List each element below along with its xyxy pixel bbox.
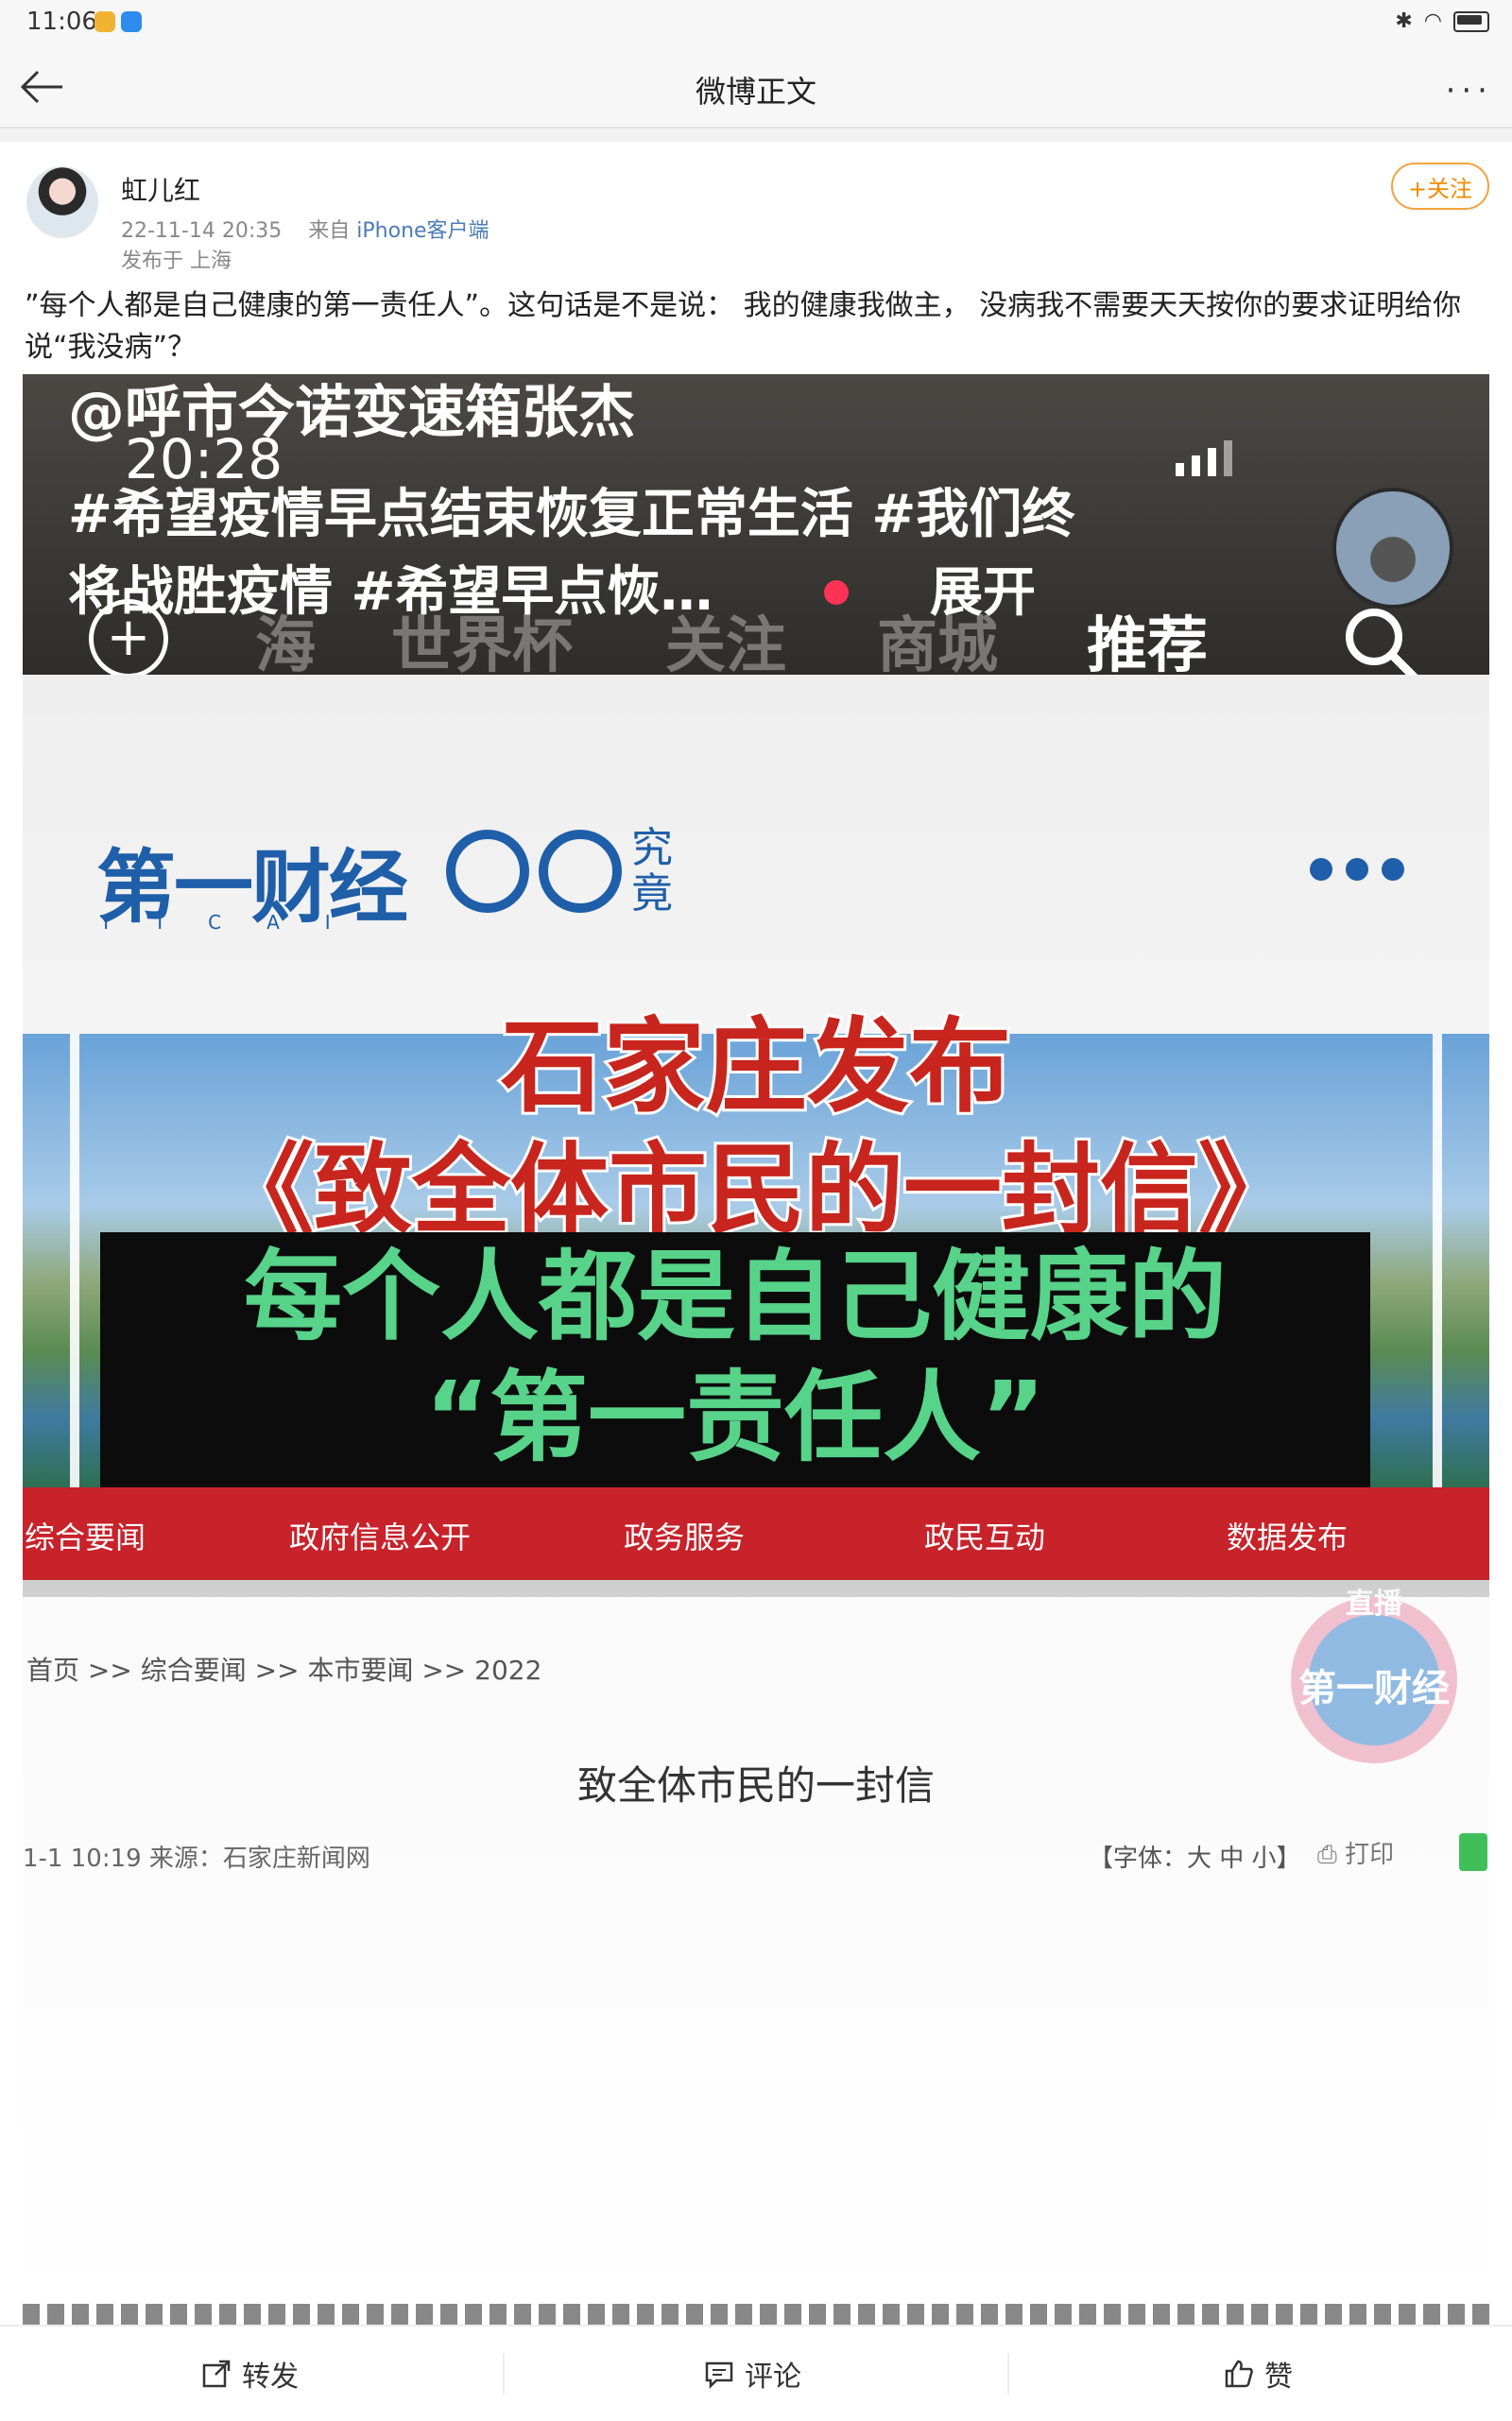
letter-title: 致全体市民的一封信: [576, 1762, 935, 1809]
gov-menu-bar: 综合要闻 政府信息公开 政务服务 政民互动 数据发布: [23, 1487, 1489, 1580]
repost-button[interactable]: 转发: [200, 2327, 299, 2421]
nav-bar: 微博正文 ···: [0, 47, 1512, 129]
e-ring-icon: [446, 830, 529, 913]
body-text-fragment: [23, 2304, 1489, 2325]
bluetooth-icon: ✱: [1395, 9, 1413, 33]
avatar[interactable]: [26, 166, 98, 238]
comment-label: 评论: [745, 2361, 801, 2394]
post-source-prefix: 来自: [308, 219, 351, 243]
page-title: 微博正文: [695, 74, 816, 110]
battery-icon: [1453, 10, 1489, 32]
wifi-icon: ◠: [1423, 9, 1442, 33]
doc-font-size: 【字体：大 中 小】: [1089, 1845, 1301, 1873]
post-meta: 22-11-14 20:35 来自 iPhone客户端: [121, 214, 490, 244]
video-overlay: @呼市今诺变速箱张杰 20:28 #希望疫情早点结束恢复正常生活 #我们终将战胜…: [23, 374, 1489, 683]
o-ring-icon: [539, 830, 622, 913]
status-bar: 11:06 ✱ ◠: [0, 0, 1512, 47]
doc-meta: 1-1 10:19 来源：石家庄新闻网: [23, 1845, 370, 1873]
repost-icon: [202, 2360, 231, 2388]
overlay-tabs: 海 世界杯 关注 商城 推荐: [23, 597, 1489, 681]
gov-menu-item: 政府信息公开: [289, 1520, 472, 1555]
doc-print: ⎙ 打印: [1317, 1841, 1395, 1869]
live-badge: 直播 第一财经: [1291, 1588, 1457, 1763]
overlay-tab-active: 推荐: [1087, 611, 1208, 681]
status-right-icons: ✱ ◠: [1395, 9, 1489, 33]
jiujing-logo: 究竟: [446, 826, 679, 917]
post-card: 虹儿红 22-11-14 20:35 来自 iPhone客户端 发布于 上海 +…: [0, 142, 1512, 2325]
gov-menu-item: 政务服务: [624, 1520, 746, 1555]
overlay-tab: 世界杯: [391, 611, 573, 681]
news-screenshot: 第一财经 YICAI 究竟 石家庄发布 《致全体市民的一封信》 每个人都是自己健…: [23, 675, 1489, 2325]
wechat-icon: [1459, 1833, 1487, 1871]
jiujing-text: 究竟: [631, 824, 673, 918]
comment-button[interactable]: 评论: [703, 2327, 801, 2421]
live-brand: 第一财经: [1298, 1667, 1450, 1710]
signal-icon: [1176, 440, 1232, 476]
follow-button[interactable]: +关注: [1391, 163, 1489, 210]
plus-icon: +: [89, 599, 168, 678]
headline-3-line1: 每个人都是自己健康的: [243, 1239, 1227, 1354]
search-icon: [1346, 609, 1420, 683]
headline-3-line2: “第一责任人”: [424, 1360, 1046, 1475]
more-dots-icon: [1310, 858, 1404, 881]
thumbs-up-icon: [1225, 2360, 1253, 2388]
overlay-tab: 关注: [665, 611, 786, 681]
gov-menu-item: 综合要闻: [25, 1520, 146, 1555]
post-text: ”每个人都是自己健康的第一责任人”。这句话是不是说： 我的健康我做主， 没病我不…: [25, 289, 1462, 364]
headline-3: 每个人都是自己健康的 “第一责任人”: [100, 1236, 1370, 1478]
headline-2: 《致全体市民的一封信》: [213, 1129, 1299, 1250]
cloud-icon: [121, 11, 142, 32]
status-time: 11:06: [26, 8, 97, 36]
post-timestamp: 22-11-14 20:35: [121, 219, 283, 243]
post-source-client[interactable]: iPhone客户端: [356, 219, 489, 243]
notification-icons: [94, 11, 142, 32]
action-bar: 转发 评论 赞: [0, 2325, 1512, 2421]
post-username[interactable]: 虹儿红: [121, 170, 200, 208]
yicai-sub: YICAI: [100, 911, 376, 934]
comment-icon: [705, 2361, 733, 2390]
live-avatar: [1332, 488, 1453, 609]
overlay-tab: 商城: [877, 611, 998, 681]
like-label: 赞: [1264, 2361, 1293, 2394]
breadcrumb: 首页 >> 综合要闻 >> 本市要闻 >> 2022: [26, 1655, 542, 1686]
live-label: 直播: [1346, 1588, 1402, 1621]
more-options-button[interactable]: ···: [1446, 72, 1493, 110]
like-button[interactable]: 赞: [1223, 2327, 1293, 2421]
post-location: 发布于 上海: [121, 249, 232, 273]
gov-menu-item: 政民互动: [924, 1520, 1046, 1555]
post-image[interactable]: @呼市今诺变速箱张杰 20:28 #希望疫情早点结束恢复正常生活 #我们终将战胜…: [23, 374, 1489, 2325]
weibo-icon: [94, 11, 115, 32]
gov-menu-item: 数据发布: [1227, 1520, 1349, 1555]
print-label: 打印: [1345, 1841, 1395, 1869]
overlay-tab: 海: [255, 611, 316, 681]
repost-label: 转发: [242, 2361, 299, 2394]
red-dot: [824, 580, 849, 605]
